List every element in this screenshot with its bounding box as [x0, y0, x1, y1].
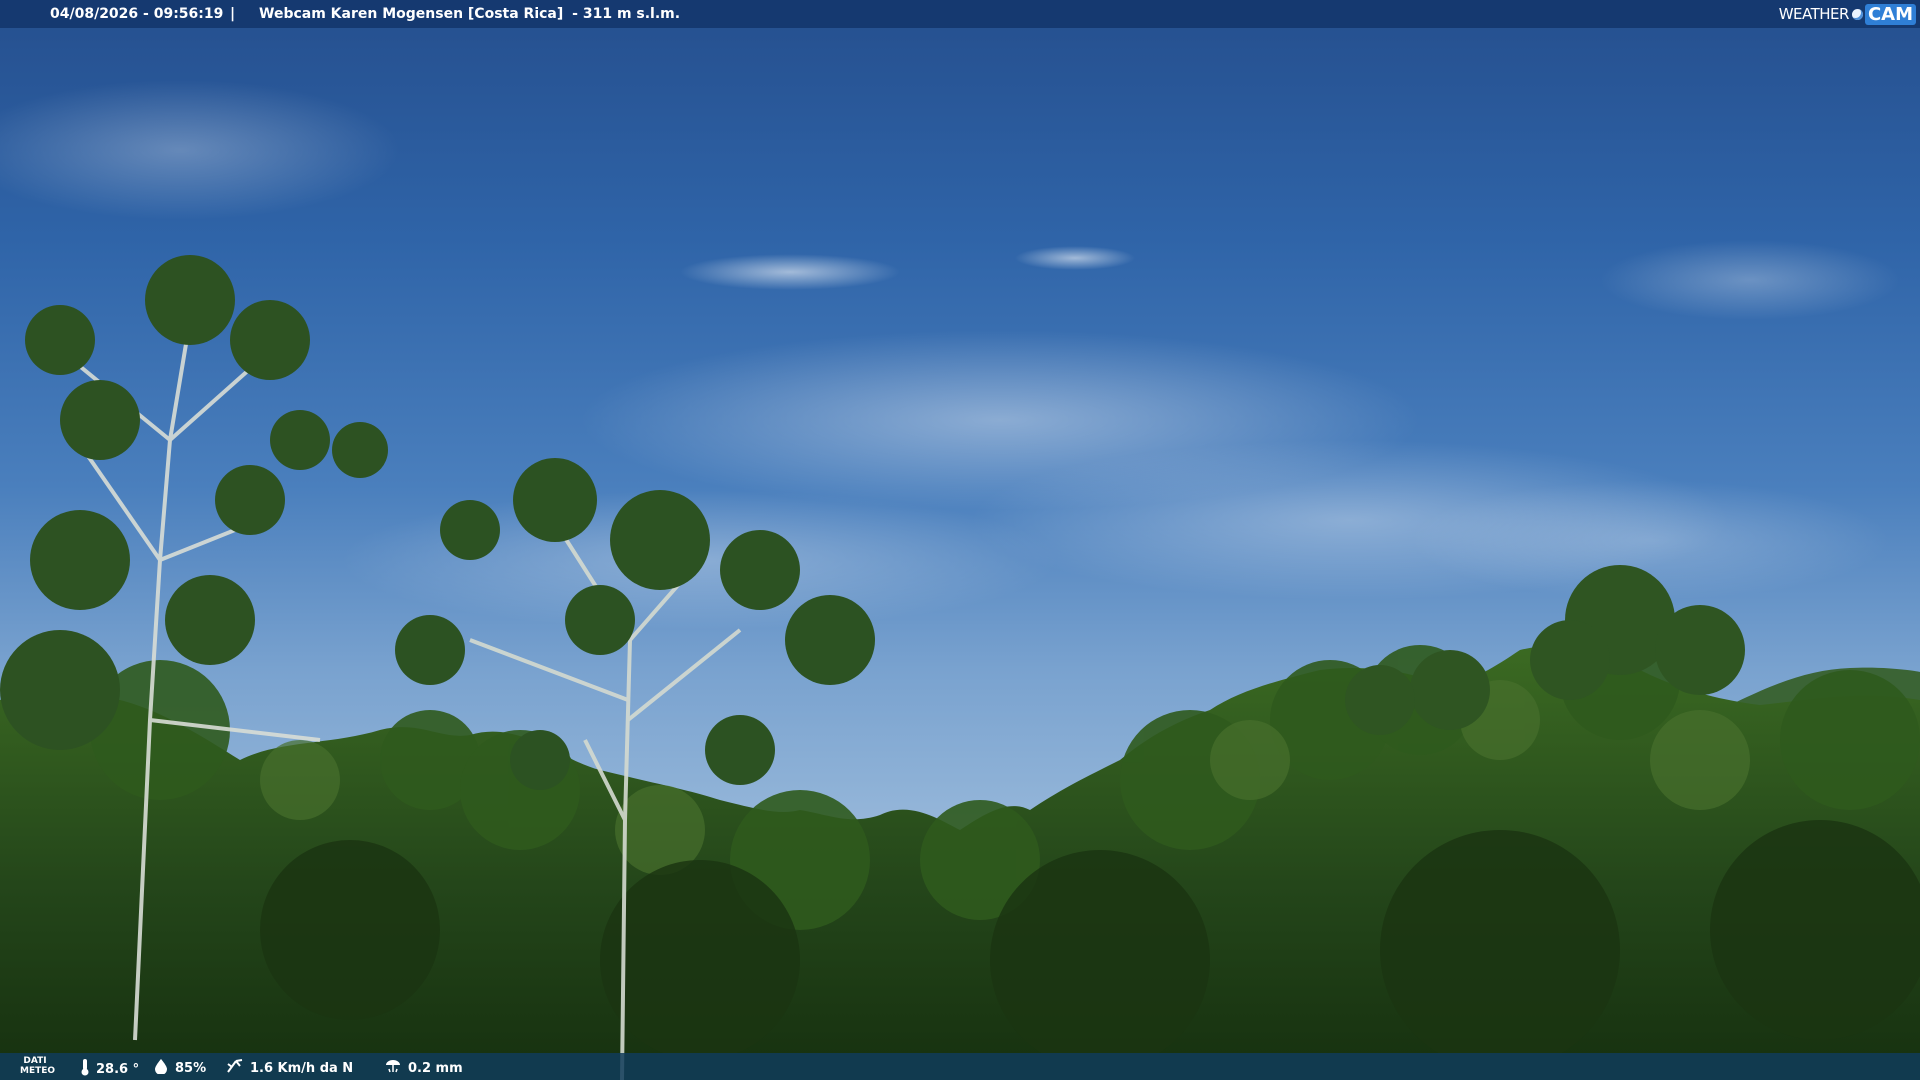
temperature-reading: 28.6 ° — [80, 1058, 139, 1080]
logo-cam-text: CAM — [1864, 3, 1916, 25]
temperature-value: 28.6 ° — [96, 1061, 140, 1077]
droplet-icon — [153, 1058, 169, 1078]
wind-value: 1.6 Km/h da N — [250, 1060, 354, 1076]
webcam-image — [0, 0, 1920, 1080]
weathercam-logo: WEATHER CAM — [1779, 3, 1916, 25]
wind-icon — [226, 1058, 244, 1078]
weather-data-bar: DATI METEO 28.6 ° 85% 1.6 Km/h da N 0.2 … — [0, 1053, 1920, 1080]
weather-data-label: DATI METEO — [20, 1056, 56, 1076]
humidity-reading: 85% — [153, 1058, 206, 1078]
logo-globe-icon — [1851, 8, 1863, 20]
header-separator: | — [230, 6, 236, 22]
webcam-name: Webcam Karen Mogensen [Costa Rica] — [259, 6, 564, 22]
webcam-altitude: - 311 m s.l.m. — [572, 6, 681, 22]
webcam-title: Webcam Karen Mogensen [Costa Rica] - 311… — [259, 6, 684, 22]
timestamp: 04/08/2026 - 09:56:19 — [50, 6, 224, 22]
rain-reading: 0.2 mm — [384, 1058, 463, 1078]
webcam-header-bar: 04/08/2026 - 09:56:19 | Webcam Karen Mog… — [0, 0, 1920, 28]
landscape-svg — [0, 80, 1920, 1080]
rain-value: 0.2 mm — [408, 1060, 463, 1076]
logo-weather-text: WEATHER — [1778, 5, 1850, 23]
rain-gauge-icon — [384, 1058, 402, 1078]
humidity-value: 85% — [175, 1060, 207, 1076]
thermometer-icon — [80, 1058, 90, 1080]
wind-reading: 1.6 Km/h da N — [226, 1058, 353, 1078]
